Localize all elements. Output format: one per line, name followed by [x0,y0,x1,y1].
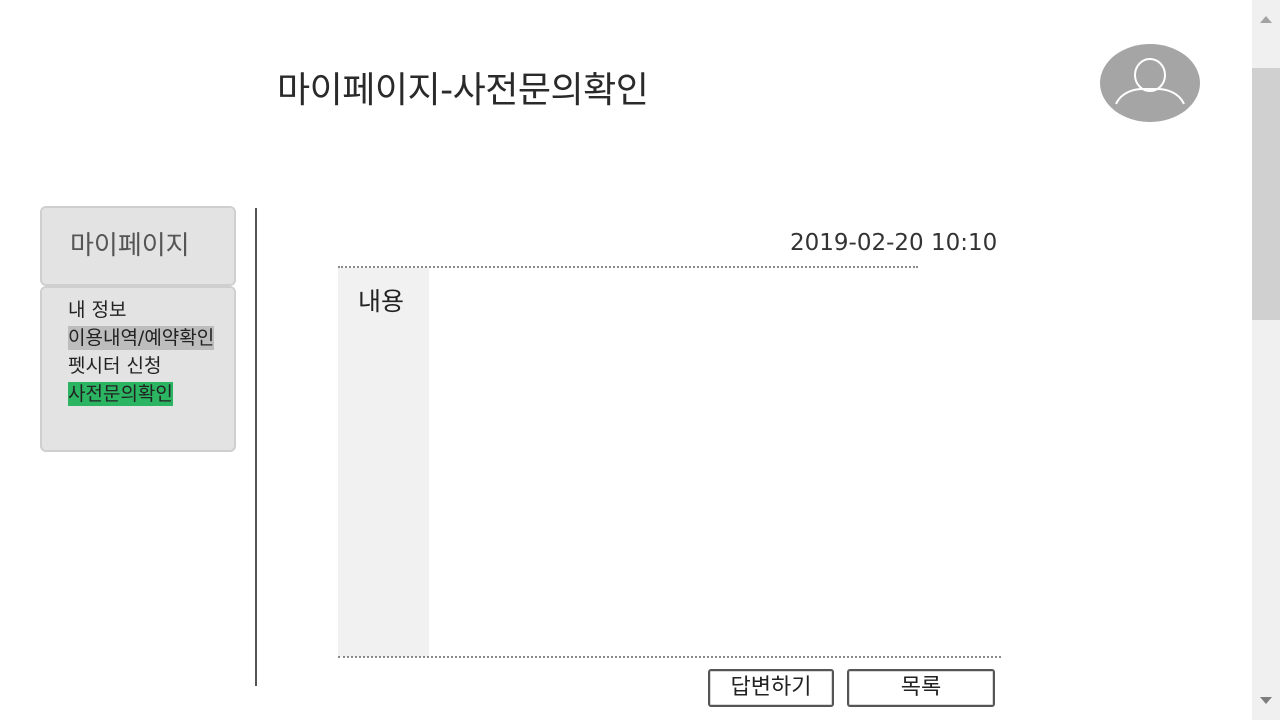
vertical-divider [255,208,257,686]
scroll-down-button[interactable] [1252,688,1280,716]
content-label-column: 내용 [338,268,429,657]
sidebar-menu: 내 정보 이용내역/예약확인 펫시터 신청 사전문의확인 [40,286,236,452]
sidebar-header: 마이페이지 [40,206,236,286]
list-button[interactable]: 목록 [847,669,995,707]
bottom-divider [338,656,1001,658]
inquiry-content [429,268,1001,657]
sidebar-item-inquiry-check[interactable]: 사전문의확인 [68,382,173,406]
sidebar-item-usage-reservations[interactable]: 이용내역/예약확인 [68,326,215,350]
sidebar-item-my-info[interactable]: 내 정보 [68,298,126,322]
user-avatar[interactable] [1100,44,1200,122]
inquiry-date: 2019-02-20 10:10 [790,230,998,256]
vertical-scrollbar[interactable] [1252,0,1280,720]
scroll-down-arrow-icon [1260,697,1272,704]
sidebar-title: 마이페이지 [70,231,190,261]
sidebar-item-petsitter-application[interactable]: 펫시터 신청 [68,354,161,378]
scroll-up-button[interactable] [1252,4,1280,32]
page-title: 마이페이지-사전문의확인 [277,70,649,111]
scroll-up-arrow-icon [1260,16,1272,23]
content-label: 내용 [358,287,405,316]
user-avatar-icon [1115,58,1185,105]
reply-button[interactable]: 답변하기 [708,669,834,707]
scroll-thumb[interactable] [1252,68,1280,320]
page: 마이페이지-사전문의확인 마이페이지 내 정보 이용내역/예약확인 펫시터 신청… [0,0,1280,720]
